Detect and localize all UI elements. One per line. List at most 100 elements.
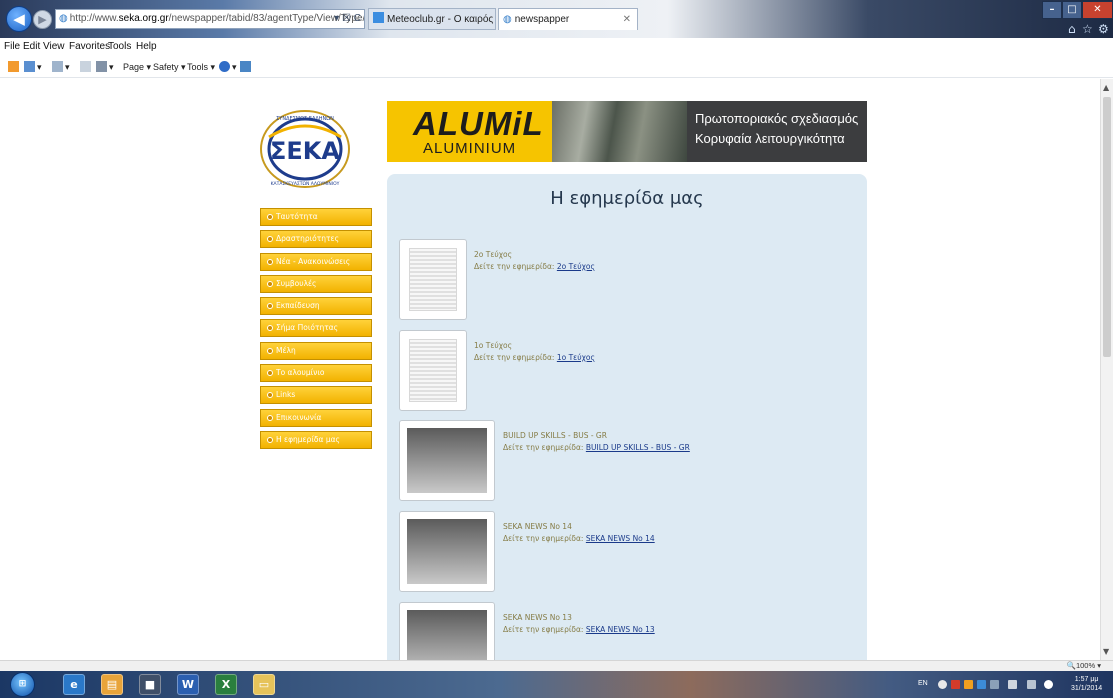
tab-newspapper[interactable]: ◍ newspapper ✕ bbox=[498, 8, 638, 30]
tools-menu[interactable]: Tools ▾ bbox=[187, 60, 215, 74]
banner-brand-sub: ALUMINIUM bbox=[423, 140, 517, 157]
internet-explorer-icon[interactable]: e bbox=[63, 674, 85, 695]
nav-item-newspaper[interactable]: Η εφημερίδα μας bbox=[260, 430, 372, 449]
bullet-icon bbox=[267, 414, 273, 421]
entry-link[interactable]: SEKA NEWS No 13 bbox=[586, 625, 655, 634]
close-window-button[interactable]: ✕ bbox=[1082, 1, 1113, 19]
menu-favorites[interactable]: Favorites bbox=[69, 40, 110, 54]
volume-icon[interactable] bbox=[1044, 680, 1053, 689]
banner-photo bbox=[552, 101, 687, 162]
page-favicon: ◍ bbox=[503, 14, 512, 25]
nav-label: Συμβουλές bbox=[276, 278, 317, 288]
clock-time: 1:57 μμ bbox=[1074, 676, 1099, 683]
zoom-level[interactable]: 🔍100% ▾ bbox=[1067, 660, 1101, 671]
nav-item-news[interactable]: Νέα - Ανακοινώσεις bbox=[260, 252, 372, 271]
scroll-up-icon[interactable]: ▲ bbox=[1103, 83, 1109, 92]
safety-menu[interactable]: Safety ▾ bbox=[153, 60, 186, 74]
alumil-banner[interactable]: ALUMiL ALUMINIUM Πρωτοποριακός σχεδιασμό… bbox=[387, 101, 867, 162]
rss-icon[interactable]: ▾ bbox=[52, 60, 70, 74]
excel-icon[interactable]: X bbox=[215, 674, 237, 695]
nav-item-tips[interactable]: Συμβουλές bbox=[260, 274, 372, 293]
tab-meteoclub[interactable]: Meteoclub.gr - Ο καιρός από ε... bbox=[368, 8, 496, 30]
language-indicator[interactable]: EN bbox=[918, 679, 928, 689]
scroll-thumb[interactable] bbox=[1103, 97, 1111, 357]
entry-link[interactable]: BUILD UP SKILLS - BUS - GR bbox=[586, 443, 690, 452]
word-icon[interactable]: W bbox=[177, 674, 199, 695]
favorites-star-icon[interactable]: ☆ bbox=[1082, 22, 1093, 36]
feeds-icon[interactable] bbox=[8, 60, 21, 74]
bullet-icon bbox=[267, 347, 273, 354]
help-icon[interactable]: ▾ bbox=[219, 60, 237, 74]
logo-text: ΣΕΚΑ bbox=[270, 137, 340, 165]
logo-ring-bottom: ΚΑΤΑΣΚΕΥΑΣΤΩΝ ΑΛΟΥΜΙΝΙΟΥ bbox=[271, 181, 340, 187]
flag-icon[interactable] bbox=[1008, 680, 1017, 689]
issue-thumbnail[interactable] bbox=[399, 511, 495, 592]
media-icon[interactable]: ■ bbox=[139, 674, 161, 695]
issue-thumbnail[interactable] bbox=[399, 602, 495, 660]
nav-item-aluminium[interactable]: Το αλουμίνιο bbox=[260, 364, 372, 383]
entry-prefix: Δείτε την εφημερίδα: bbox=[474, 262, 555, 271]
update-tray-icon[interactable] bbox=[990, 680, 999, 689]
menu-tools[interactable]: Tools bbox=[108, 40, 131, 54]
nav-item-members[interactable]: Μέλη bbox=[260, 341, 372, 360]
page-menu[interactable]: Page ▾ bbox=[123, 60, 151, 74]
entry-title: SEKA NEWS No 13 bbox=[503, 613, 572, 622]
nav-label: Το αλουμίνιο bbox=[276, 368, 325, 378]
scroll-down-icon[interactable]: ▼ bbox=[1103, 647, 1109, 656]
bullet-icon bbox=[267, 236, 273, 243]
issue-thumbnail[interactable] bbox=[399, 420, 495, 501]
monitor-icon[interactable] bbox=[1027, 680, 1036, 689]
menu-help[interactable]: Help bbox=[136, 40, 157, 54]
nav-item-education[interactable]: Εκπαίδευση bbox=[260, 297, 372, 316]
menu-edit[interactable]: Edit bbox=[23, 40, 40, 54]
chrome-tray-icon[interactable] bbox=[938, 680, 947, 689]
home-icon[interactable]: ⌂ bbox=[1068, 22, 1076, 36]
page-icon: ◍ bbox=[59, 13, 68, 24]
menu-view[interactable]: View bbox=[43, 40, 65, 54]
entry-line: Δείτε την εφημερίδα: BUILD UP SKILLS - B… bbox=[503, 442, 690, 453]
app-tray-icon[interactable] bbox=[964, 680, 973, 689]
seka-logo[interactable]: ΣΕΚΑ ΣΥΝΔΕΣΜΟΣ ΕΛΛΗΝΩΝ ΚΑΤΑΣΚΕΥΑΣΤΩΝ ΑΛΟ… bbox=[255, 107, 355, 189]
menu-file[interactable]: File bbox=[4, 40, 20, 54]
gear-icon[interactable]: ⚙ bbox=[1098, 22, 1109, 36]
back-button[interactable]: ◀ bbox=[6, 6, 32, 32]
mail-icon[interactable] bbox=[80, 60, 93, 74]
nav-item-activities[interactable]: Δραστηριότητες bbox=[260, 230, 372, 249]
vertical-scrollbar[interactable]: ▲ ▼ bbox=[1100, 79, 1113, 660]
nav-item-contact[interactable]: Επικοινωνία bbox=[260, 408, 372, 427]
mail-tray-icon[interactable] bbox=[951, 680, 960, 689]
issue-thumbnail[interactable] bbox=[399, 239, 467, 320]
entry-line: Δείτε την εφημερίδα: 2ο Τεύχος bbox=[474, 261, 595, 272]
url-prefix: http://www. bbox=[69, 13, 119, 24]
issue-thumbnail[interactable] bbox=[399, 330, 467, 411]
bullet-icon bbox=[267, 280, 273, 287]
explorer-icon[interactable]: ▤ bbox=[101, 674, 123, 695]
close-tab-icon[interactable]: ✕ bbox=[623, 9, 631, 30]
minimize-button[interactable]: – bbox=[1042, 1, 1062, 19]
start-button[interactable]: ⊞ bbox=[10, 672, 35, 697]
placeholder-image bbox=[407, 428, 487, 493]
folder-icon[interactable]: ▭ bbox=[253, 674, 275, 695]
print-icon[interactable]: ▾ bbox=[96, 60, 114, 74]
entry-link[interactable]: SEKA NEWS No 14 bbox=[586, 534, 655, 543]
tab-label: newspapper bbox=[514, 14, 570, 25]
address-bar[interactable]: ◍ http://www.seka.org.gr/newspapper/tabid… bbox=[55, 9, 365, 29]
nav-label: Επικοινωνία bbox=[276, 412, 322, 422]
entry-link[interactable]: 2ο Τεύχος bbox=[557, 262, 595, 271]
banner-slogan-line-1: Πρωτοποριακός σχεδιασμός bbox=[695, 111, 859, 126]
nav-item-links[interactable]: Links bbox=[260, 386, 372, 405]
entry-title: 2ο Τεύχος bbox=[474, 250, 513, 259]
forward-button[interactable]: ▶ bbox=[33, 10, 52, 29]
nav-item-quality-mark[interactable]: Σήμα Ποιότητας bbox=[260, 319, 372, 338]
network-tray-icon[interactable] bbox=[977, 680, 986, 689]
nav-label: Εκπαίδευση bbox=[276, 301, 320, 311]
research-icon[interactable] bbox=[240, 60, 253, 74]
address-bar-buttons[interactable]: ▾ ☒ C bbox=[334, 10, 361, 28]
maximize-button[interactable]: □ bbox=[1062, 1, 1082, 19]
banner-brand-name: ALUMiL bbox=[413, 105, 544, 142]
home-command-icon[interactable]: ▾ bbox=[24, 60, 42, 74]
command-bar: ▾ ▾ ▾ Page ▾ Safety ▾ Tools ▾ ▾ bbox=[0, 56, 1113, 78]
entry-link[interactable]: 1ο Τεύχος bbox=[557, 353, 595, 362]
nav-item-identity[interactable]: Ταυτότητα bbox=[260, 208, 372, 226]
clock[interactable]: 1:57 μμ 31/1/2014 bbox=[1071, 675, 1102, 693]
